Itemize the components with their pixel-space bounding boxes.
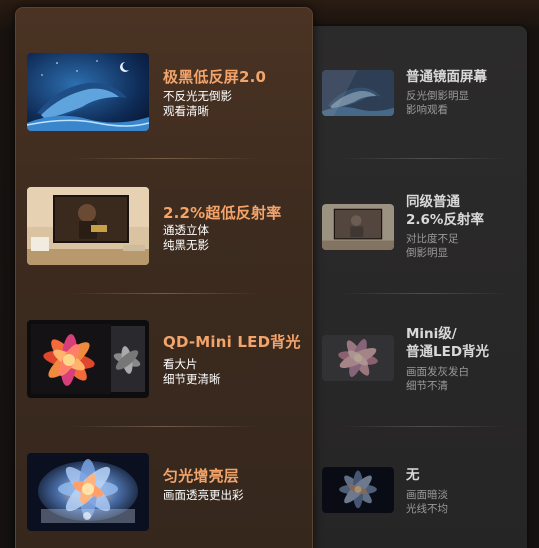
premium-row-1-title: 极黑低反屏2.0 <box>163 68 267 86</box>
standard-row-2-title-1: 同级普通 <box>406 194 460 210</box>
premium-row-3-line-2: 细节更清晰 <box>163 372 221 386</box>
standard-row-2-title-2: 2.6%反射率 <box>406 212 484 228</box>
standard-row-3-line-2: 细节不清 <box>406 380 448 392</box>
premium-divider <box>70 426 260 427</box>
premium-divider <box>70 293 260 294</box>
standard-row-4-line-2: 光线不均 <box>406 503 448 515</box>
premium-row-4-line-1: 画面透亮更出彩 <box>163 488 244 502</box>
standard-row-2-line-1: 对比度不足 <box>406 233 459 245</box>
whale-image <box>27 53 149 131</box>
comparison-panel: 极黑低反屏2.0 不反光无倒影 观看清晰 2.2%超低反射率 通透立体 纯黑无影 <box>0 0 539 548</box>
standard-row-1-line-2: 影响观看 <box>406 104 448 116</box>
dim-flower-image <box>322 467 394 513</box>
standard-row-2-line-2: 倒影明显 <box>406 247 448 259</box>
premium-row-3-title: QD-Mini LED背光 <box>163 333 301 351</box>
standard-row-1-title: 普通镜面屏幕 <box>406 69 487 85</box>
flower-panels-image <box>27 320 149 398</box>
premium-row-2-title: 2.2%超低反射率 <box>163 204 282 222</box>
premium-row-2-line-2: 纯黑无影 <box>163 238 209 252</box>
tv-living-room-image <box>27 187 149 265</box>
standard-row-1-line-1: 反光倒影明显 <box>406 90 469 102</box>
standard-row-3-line-1: 画面发灰发白 <box>406 366 469 378</box>
premium-row-1-line-2: 观看清晰 <box>163 104 209 118</box>
standard-divider <box>340 293 510 294</box>
flower-image <box>322 335 394 381</box>
standard-row-4-title: 无 <box>406 467 420 483</box>
glowing-flower-image <box>27 453 149 531</box>
tv-room-image <box>322 204 394 250</box>
standard-row-4-line-1: 画面暗淡 <box>406 489 448 501</box>
premium-row-3-line-1: 看大片 <box>163 357 198 371</box>
premium-divider <box>70 158 260 159</box>
standard-row-3-title-1: Mini级/ <box>406 326 457 342</box>
standard-divider <box>340 158 510 159</box>
standard-row-3-title-2: 普通LED背光 <box>406 344 490 360</box>
whale-mirror-image <box>322 70 394 116</box>
premium-row-4-title: 匀光增亮层 <box>163 467 240 485</box>
premium-row-1-line-1: 不反光无倒影 <box>163 89 232 103</box>
standard-divider <box>340 426 510 427</box>
premium-row-2-line-1: 通透立体 <box>163 223 209 237</box>
